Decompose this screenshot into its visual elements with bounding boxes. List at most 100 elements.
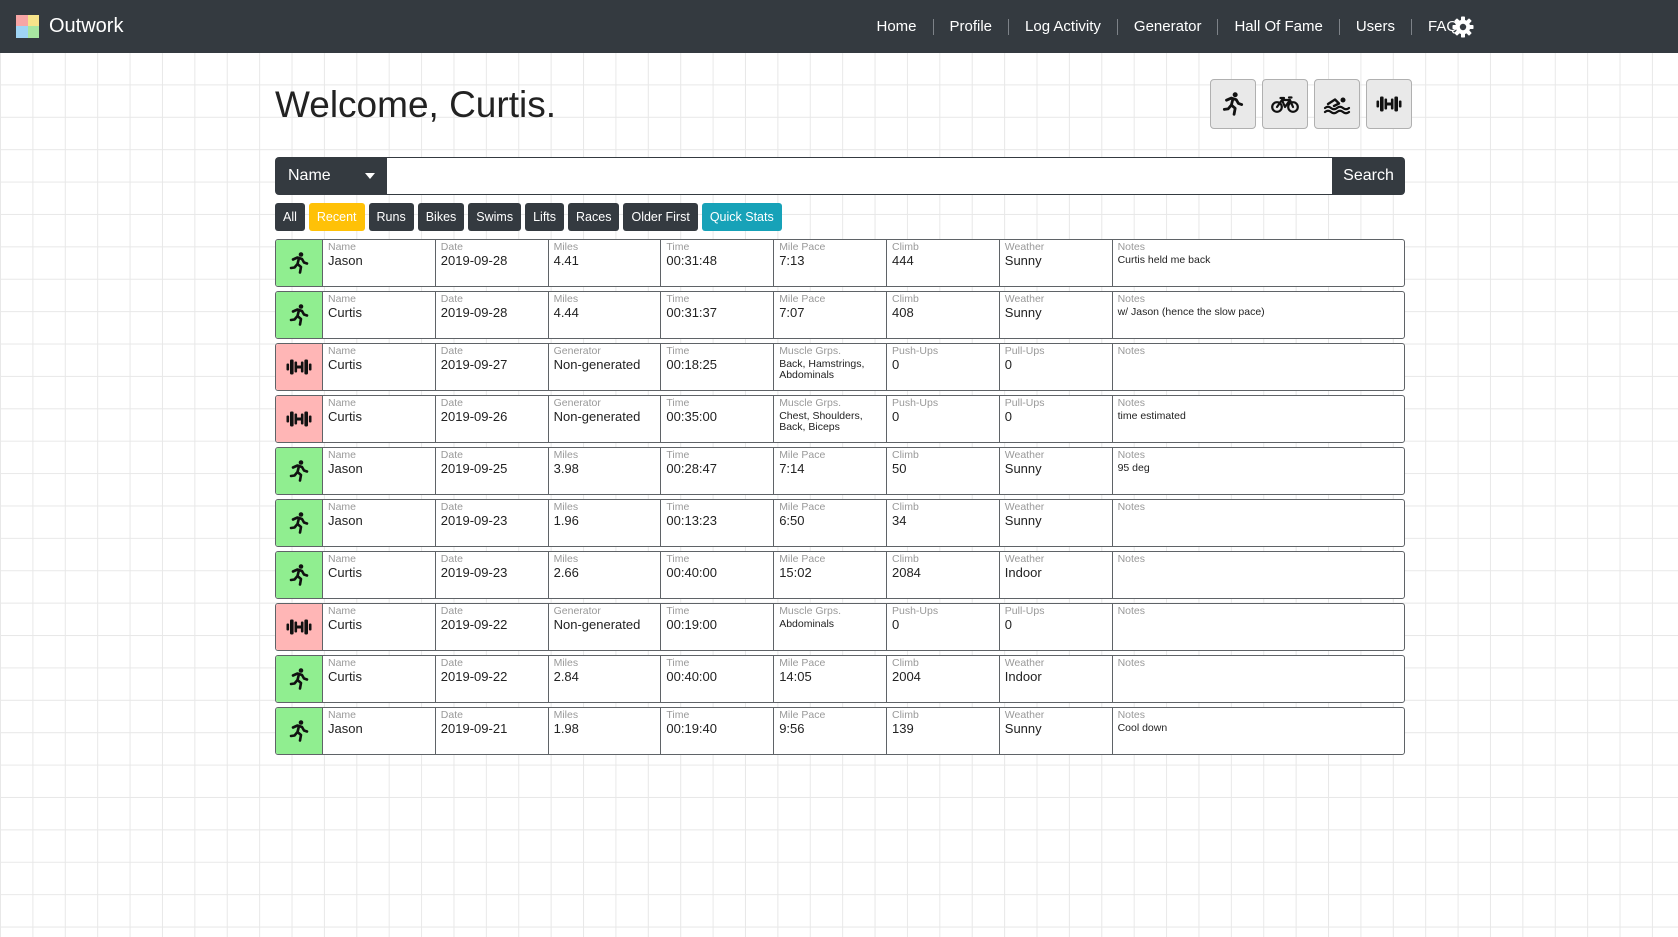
cell-value: Non-generated [553, 409, 641, 424]
search-button[interactable]: Search [1332, 157, 1405, 195]
nav-link-users[interactable]: Users [1323, 18, 1395, 35]
cell-label: Miles [553, 449, 579, 461]
filter-bikes-button[interactable]: Bikes [417, 203, 465, 231]
filter-lifts-button[interactable]: Lifts [525, 203, 565, 231]
activity-row[interactable]: Name Curtis Date 2019-09-28 Miles 4.44 Time 00:… [275, 291, 1405, 339]
cell-notes: Notes [1113, 344, 1404, 390]
cell-value: 00:31:37 [666, 305, 717, 320]
cell-label: Climb [891, 241, 919, 253]
nav-link-generator[interactable]: Generator [1101, 18, 1202, 35]
cell-label: Weather [1004, 241, 1045, 253]
brand[interactable]: Outwork [16, 10, 123, 42]
activity-row[interactable]: Name Curtis Date 2019-09-26 Generator Non-gen… [275, 395, 1405, 443]
cell-value: 4.44 [553, 305, 579, 320]
cell-label: Notes [1117, 657, 1146, 669]
cell-value: Abdominals [779, 618, 835, 630]
nav-link-hall-of-fame[interactable]: Hall Of Fame [1201, 18, 1322, 35]
cell-value: 444 [891, 253, 914, 268]
cell-label: Mile Pace [779, 241, 826, 253]
activity-row[interactable]: Name Jason Date 2019-09-23 Miles 1.96 Time 00:1… [275, 499, 1405, 547]
log-swim-button[interactable] [1314, 79, 1360, 129]
nav-link-profile[interactable]: Profile [917, 18, 993, 35]
activity-row[interactable]: Name Curtis Date 2019-09-22 Miles 2.84 Time 00:… [275, 655, 1405, 703]
cell-value: 00:35:00 [666, 409, 717, 424]
activity-row[interactable]: Name Jason Date 2019-09-25 Miles 3.98 Time 00:2… [275, 447, 1405, 495]
cell-label: Date [440, 605, 463, 617]
cell-value: 9:56 [779, 721, 805, 736]
dumbbell-icon [276, 604, 323, 650]
cell-label: Time [666, 605, 690, 617]
log-bike-button[interactable] [1262, 79, 1308, 129]
cell-value: 0 [891, 409, 900, 424]
log-run-button[interactable] [1210, 79, 1256, 129]
cell-label: Mile Pace [779, 709, 826, 721]
cell-label: Date [440, 657, 463, 669]
cell-value: 2019-09-22 [440, 669, 508, 684]
nav-link-home[interactable]: Home [876, 18, 916, 35]
cell-label: Generator [553, 397, 601, 409]
cell-value: 1.96 [553, 513, 579, 528]
caret-down-icon [365, 173, 375, 179]
cell-label: Miles [553, 501, 579, 513]
cell-value: 2019-09-28 [440, 253, 508, 268]
filter-button-group: All Recent Runs Bikes Swims Lifts Races Older F… [275, 203, 786, 231]
search-field-dropdown[interactable]: Name [275, 157, 387, 195]
activity-row[interactable]: Name Jason Date 2019-09-28 Miles 4.41 Time 00:3… [275, 239, 1405, 287]
cell-label: Notes [1117, 553, 1146, 565]
dumbbell-icon [276, 344, 323, 390]
nav-link-faq[interactable]: FAQ [1395, 18, 1458, 35]
cell-date: Date 2019-09-22 [436, 656, 549, 702]
cell-label: Name [328, 501, 357, 513]
cell-climb: Climb 50 [887, 448, 1000, 494]
cell-name: Name Jason [323, 708, 436, 754]
cell-value: 00:19:40 [666, 721, 717, 736]
activity-row[interactable]: Name Curtis Date 2019-09-23 Miles 2.66 Time 00:… [275, 551, 1405, 599]
cell-muscle-grps: Muscle Grps. Abdominals [774, 604, 887, 650]
filter-runs-button[interactable]: Runs [368, 203, 414, 231]
filter-all-button[interactable]: All [275, 203, 305, 231]
cell-mile-pace: Mile Pace 7:07 [774, 292, 887, 338]
swimming-icon [1323, 97, 1351, 115]
cell-value: 2019-09-25 [440, 461, 508, 476]
activity-row[interactable]: Name Jason Date 2019-09-21 Miles 1.98 Time 00:1… [275, 707, 1405, 755]
cell-time: Time 00:19:00 [661, 604, 775, 650]
cell-label: Weather [1004, 501, 1045, 513]
gear-icon[interactable] [1451, 15, 1475, 39]
cell-label: Notes [1117, 501, 1146, 513]
filter-older-first-button[interactable]: Older First [623, 203, 698, 231]
quick-log-buttons [1210, 79, 1412, 129]
cell-label: Push-Ups [891, 345, 939, 357]
filter-quick-stats-button[interactable]: Quick Stats [701, 203, 782, 231]
cell-climb: Climb 408 [887, 292, 1000, 338]
cell-value: 00:13:23 [666, 513, 717, 528]
cell-value: Curtis [328, 305, 362, 320]
cell-weather: Weather Indoor [1000, 552, 1113, 598]
cell-value: 2019-09-26 [440, 409, 508, 424]
cell-value: 4.41 [553, 253, 579, 268]
cell-label: Date [440, 397, 463, 409]
cell-time: Time 00:40:00 [661, 656, 775, 702]
cell-label: Pull-Ups [1004, 397, 1045, 409]
activity-row[interactable]: Name Curtis Date 2019-09-22 Generator Non-gen… [275, 603, 1405, 651]
cell-label: Time [666, 709, 690, 721]
activity-row[interactable]: Name Curtis Date 2019-09-27 Generator Non-gen… [275, 343, 1405, 391]
cell-name: Name Curtis [323, 604, 436, 650]
filter-recent-button[interactable]: Recent [308, 203, 365, 231]
cell-value: 2019-09-21 [440, 721, 508, 736]
cell-weather: Weather Sunny [1000, 500, 1113, 546]
nav-link-log-activity[interactable]: Log Activity [992, 18, 1101, 35]
filter-swims-button[interactable]: Swims [468, 203, 522, 231]
cell-label: Muscle Grps. [779, 345, 842, 357]
cell-label: Name [328, 605, 357, 617]
cell-label: Time [666, 657, 690, 669]
cell-climb: Climb 444 [887, 240, 1000, 286]
cell-mile-pace: Mile Pace 9:56 [774, 708, 887, 754]
cell-value: Indoor [1004, 669, 1042, 684]
cell-label: Date [440, 293, 463, 305]
search-input[interactable] [387, 157, 1332, 195]
brand-name[interactable]: Outwork [49, 15, 123, 38]
log-lift-button[interactable] [1366, 79, 1412, 129]
filter-races-button[interactable]: Races [568, 203, 620, 231]
dumbbell-icon [276, 396, 323, 442]
running-icon [276, 448, 323, 494]
